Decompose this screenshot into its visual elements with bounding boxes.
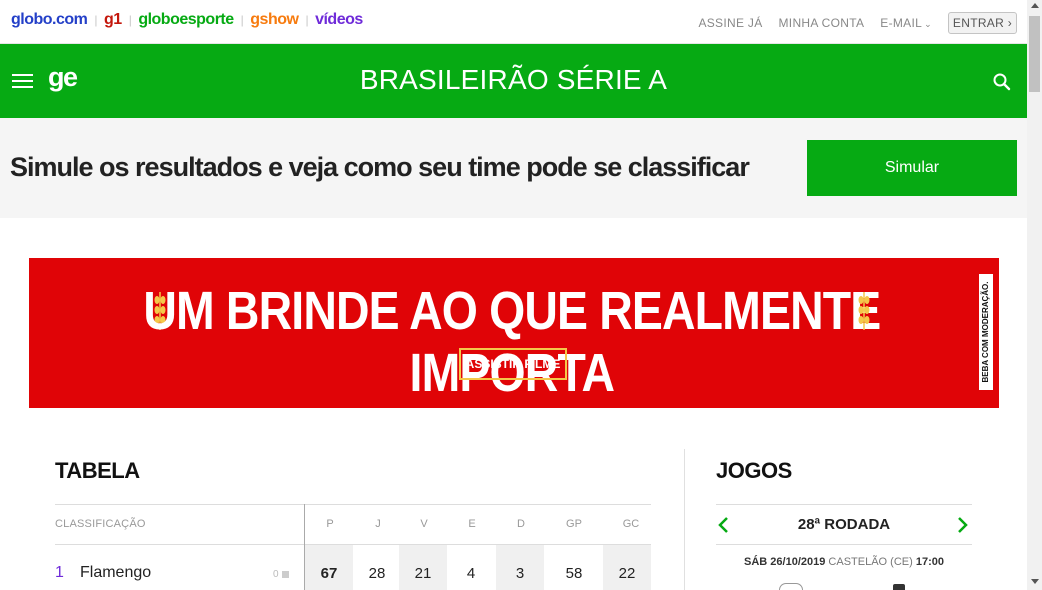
ad-headline: UM BRINDE AO QUE REALMENTE IMPORTA — [143, 281, 881, 403]
cell-goals-for: 58 — [565, 565, 583, 582]
ad-banner[interactable]: UM BRINDE AO QUE REALMENTE IMPORTA ASSIS… — [29, 258, 999, 408]
account-links: ASSINE JÁ MINHA CONTA E-MAIL ⌄ ENTRAR › — [682, 12, 1017, 34]
cell-draws: 4 — [466, 565, 476, 582]
link-separator: | — [305, 13, 309, 27]
link-globo-com[interactable]: globo.com — [11, 11, 88, 29]
table-header: CLASSIFICAÇÃO P J V E D GP GC — [55, 504, 651, 545]
column-header-gc: GC — [622, 518, 640, 530]
simulator-text: Simule os resultados e veja como seu tim… — [10, 152, 750, 182]
page: globo.com | g1 | globoesporte | gshow | … — [0, 0, 1042, 590]
match-info: SÁB 26/10/2019 CASTELÃO (CE) 17:00 — [716, 556, 972, 568]
home-team-crest[interactable] — [779, 583, 803, 590]
variation-value: 0 — [273, 569, 279, 580]
link-gshow[interactable]: gshow — [250, 11, 299, 29]
match-date: SÁB 26/10/2019 — [744, 556, 826, 568]
match-venue: CASTELÃO (CE) — [828, 556, 913, 568]
link-g1[interactable]: g1 — [104, 11, 122, 29]
global-network-links: globo.com | g1 | globoesporte | gshow | … — [11, 11, 363, 29]
classificacao-header: CLASSIFICAÇÃO — [55, 518, 146, 530]
tabela-title: TABELA — [55, 458, 140, 483]
simular-button[interactable]: Simular — [807, 140, 1017, 196]
cell-games: 28 — [368, 565, 386, 582]
link-separator: | — [128, 13, 132, 27]
scrollbar-thumb[interactable] — [1029, 16, 1040, 92]
chevron-right-icon[interactable] — [954, 515, 970, 535]
minha-conta-link[interactable]: MINHA CONTA — [779, 16, 865, 30]
email-label: E-MAIL — [880, 16, 923, 30]
cell-losses: 3 — [496, 545, 544, 590]
column-header-d: D — [517, 518, 525, 530]
wheat-icon — [858, 292, 870, 330]
column-header-p: P — [326, 518, 334, 530]
round-navigator: 28ª RODADA — [716, 504, 972, 545]
variation-square-icon — [281, 570, 289, 578]
team-name[interactable]: Flamengo — [80, 564, 151, 582]
cell-goals-against: 22 — [603, 545, 651, 590]
scroll-down-arrow-icon[interactable] — [1031, 579, 1039, 584]
column-header-e: E — [468, 518, 476, 530]
chevron-down-icon: ⌄ — [924, 19, 932, 29]
away-team-crest[interactable] — [893, 584, 905, 590]
column-header-j: J — [375, 518, 381, 530]
scrollbar[interactable] — [1027, 0, 1042, 590]
entrar-button[interactable]: ENTRAR › — [947, 12, 1017, 34]
page-title: BRASILEIRÃO SÉRIE A — [359, 64, 668, 95]
match-time: 17:00 — [915, 556, 944, 568]
ad-cta-button[interactable]: ASSISTIR FILME — [459, 348, 567, 380]
section-divider — [684, 449, 685, 590]
link-globoesporte[interactable]: globoesporte — [138, 11, 234, 29]
global-top-bar: globo.com | g1 | globoesporte | gshow | … — [0, 0, 1027, 44]
search-icon[interactable] — [992, 72, 1012, 92]
section-header: ge BRASILEIRÃO SÉRIE A — [0, 44, 1027, 118]
round-label: 28ª RODADA — [797, 516, 891, 533]
link-separator: | — [240, 13, 244, 27]
simulator-banner: Simule os resultados e veja como seu tim… — [0, 118, 1027, 218]
table-row[interactable]: 1 Flamengo 0 67 28 21 4 3 58 22 — [55, 545, 651, 590]
link-separator: | — [94, 13, 98, 27]
link-videos[interactable]: vídeos — [315, 11, 363, 29]
cell-points: 67 — [305, 545, 353, 590]
jogos-title: JOGOS — [716, 458, 792, 483]
email-menu[interactable]: E-MAIL ⌄ — [880, 16, 932, 30]
assine-link[interactable]: ASSINE JÁ — [698, 16, 762, 30]
team-position: 1 — [55, 564, 64, 581]
column-header-v: V — [420, 518, 428, 530]
scroll-up-arrow-icon[interactable] — [1031, 3, 1039, 8]
position-variation: 0 — [273, 569, 289, 580]
ad-disclaimer: BEBA COM MODERAÇÃO. — [979, 274, 993, 390]
ad-disclaimer-text: BEBA COM MODERAÇÃO. — [981, 281, 990, 383]
cell-wins: 21 — [399, 545, 447, 590]
column-header-gp: GP — [566, 518, 582, 530]
